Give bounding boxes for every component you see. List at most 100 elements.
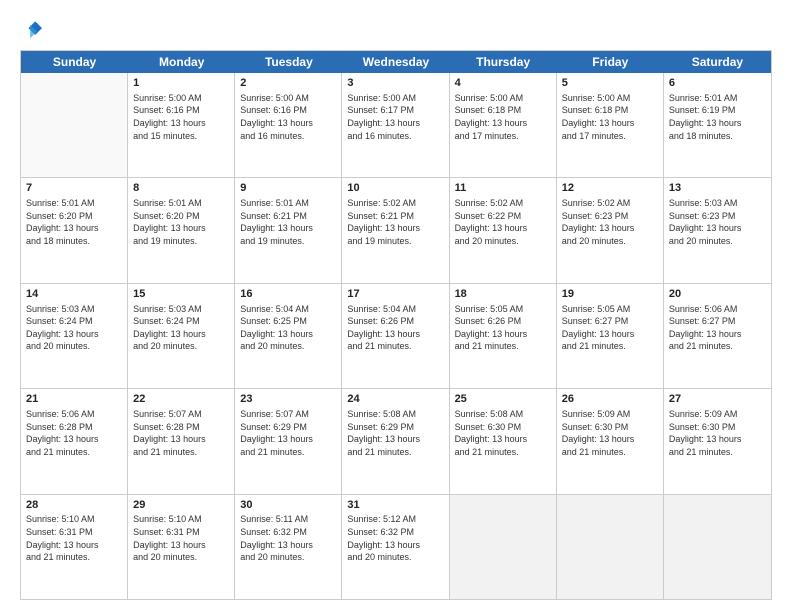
calendar-cell: 28Sunrise: 5:10 AM Sunset: 6:31 PM Dayli…	[21, 495, 128, 599]
calendar-cell: 21Sunrise: 5:06 AM Sunset: 6:28 PM Dayli…	[21, 389, 128, 493]
calendar-cell: 20Sunrise: 5:06 AM Sunset: 6:27 PM Dayli…	[664, 284, 771, 388]
calendar-cell: 4Sunrise: 5:00 AM Sunset: 6:18 PM Daylig…	[450, 73, 557, 177]
calendar-row: 28Sunrise: 5:10 AM Sunset: 6:31 PM Dayli…	[21, 495, 771, 599]
calendar-cell: 1Sunrise: 5:00 AM Sunset: 6:16 PM Daylig…	[128, 73, 235, 177]
calendar-cell: 14Sunrise: 5:03 AM Sunset: 6:24 PM Dayli…	[21, 284, 128, 388]
cell-info: Sunrise: 5:12 AM Sunset: 6:32 PM Dayligh…	[347, 513, 443, 563]
cell-info: Sunrise: 5:05 AM Sunset: 6:26 PM Dayligh…	[455, 303, 551, 353]
calendar-cell: 24Sunrise: 5:08 AM Sunset: 6:29 PM Dayli…	[342, 389, 449, 493]
cell-info: Sunrise: 5:00 AM Sunset: 6:16 PM Dayligh…	[133, 92, 229, 142]
day-number: 2	[240, 76, 336, 91]
calendar-cell: 17Sunrise: 5:04 AM Sunset: 6:26 PM Dayli…	[342, 284, 449, 388]
day-number: 10	[347, 181, 443, 196]
calendar-cell: 2Sunrise: 5:00 AM Sunset: 6:16 PM Daylig…	[235, 73, 342, 177]
cell-info: Sunrise: 5:06 AM Sunset: 6:27 PM Dayligh…	[669, 303, 766, 353]
cell-info: Sunrise: 5:10 AM Sunset: 6:31 PM Dayligh…	[26, 513, 122, 563]
day-number: 21	[26, 392, 122, 407]
cell-info: Sunrise: 5:00 AM Sunset: 6:17 PM Dayligh…	[347, 92, 443, 142]
calendar-cell	[450, 495, 557, 599]
day-number: 20	[669, 287, 766, 302]
calendar-cell: 10Sunrise: 5:02 AM Sunset: 6:21 PM Dayli…	[342, 178, 449, 282]
calendar-row: 21Sunrise: 5:06 AM Sunset: 6:28 PM Dayli…	[21, 389, 771, 494]
weekday-header: Monday	[128, 51, 235, 73]
cell-info: Sunrise: 5:00 AM Sunset: 6:18 PM Dayligh…	[562, 92, 658, 142]
day-number: 15	[133, 287, 229, 302]
cell-info: Sunrise: 5:03 AM Sunset: 6:24 PM Dayligh…	[26, 303, 122, 353]
cell-info: Sunrise: 5:01 AM Sunset: 6:19 PM Dayligh…	[669, 92, 766, 142]
calendar-cell: 16Sunrise: 5:04 AM Sunset: 6:25 PM Dayli…	[235, 284, 342, 388]
day-number: 26	[562, 392, 658, 407]
day-number: 5	[562, 76, 658, 91]
cell-info: Sunrise: 5:05 AM Sunset: 6:27 PM Dayligh…	[562, 303, 658, 353]
day-number: 14	[26, 287, 122, 302]
logo-icon	[20, 18, 42, 40]
calendar-cell: 30Sunrise: 5:11 AM Sunset: 6:32 PM Dayli…	[235, 495, 342, 599]
calendar-cell: 25Sunrise: 5:08 AM Sunset: 6:30 PM Dayli…	[450, 389, 557, 493]
day-number: 12	[562, 181, 658, 196]
day-number: 18	[455, 287, 551, 302]
day-number: 16	[240, 287, 336, 302]
calendar-cell: 12Sunrise: 5:02 AM Sunset: 6:23 PM Dayli…	[557, 178, 664, 282]
day-number: 9	[240, 181, 336, 196]
day-number: 6	[669, 76, 766, 91]
day-number: 29	[133, 498, 229, 513]
day-number: 23	[240, 392, 336, 407]
calendar-cell	[21, 73, 128, 177]
calendar-cell: 22Sunrise: 5:07 AM Sunset: 6:28 PM Dayli…	[128, 389, 235, 493]
cell-info: Sunrise: 5:11 AM Sunset: 6:32 PM Dayligh…	[240, 513, 336, 563]
cell-info: Sunrise: 5:01 AM Sunset: 6:20 PM Dayligh…	[26, 197, 122, 247]
cell-info: Sunrise: 5:07 AM Sunset: 6:28 PM Dayligh…	[133, 408, 229, 458]
calendar-cell	[557, 495, 664, 599]
cell-info: Sunrise: 5:04 AM Sunset: 6:26 PM Dayligh…	[347, 303, 443, 353]
day-number: 11	[455, 181, 551, 196]
calendar-cell: 6Sunrise: 5:01 AM Sunset: 6:19 PM Daylig…	[664, 73, 771, 177]
day-number: 19	[562, 287, 658, 302]
weekday-header: Sunday	[21, 51, 128, 73]
logo	[20, 18, 46, 40]
cell-info: Sunrise: 5:08 AM Sunset: 6:30 PM Dayligh…	[455, 408, 551, 458]
calendar-cell: 31Sunrise: 5:12 AM Sunset: 6:32 PM Dayli…	[342, 495, 449, 599]
day-number: 17	[347, 287, 443, 302]
calendar-cell: 27Sunrise: 5:09 AM Sunset: 6:30 PM Dayli…	[664, 389, 771, 493]
calendar-cell: 18Sunrise: 5:05 AM Sunset: 6:26 PM Dayli…	[450, 284, 557, 388]
day-number: 28	[26, 498, 122, 513]
cell-info: Sunrise: 5:09 AM Sunset: 6:30 PM Dayligh…	[669, 408, 766, 458]
header	[20, 18, 772, 40]
cell-info: Sunrise: 5:01 AM Sunset: 6:20 PM Dayligh…	[133, 197, 229, 247]
calendar-row: 14Sunrise: 5:03 AM Sunset: 6:24 PM Dayli…	[21, 284, 771, 389]
weekday-header: Saturday	[664, 51, 771, 73]
calendar-cell: 7Sunrise: 5:01 AM Sunset: 6:20 PM Daylig…	[21, 178, 128, 282]
calendar-cell: 3Sunrise: 5:00 AM Sunset: 6:17 PM Daylig…	[342, 73, 449, 177]
day-number: 3	[347, 76, 443, 91]
calendar-row: 7Sunrise: 5:01 AM Sunset: 6:20 PM Daylig…	[21, 178, 771, 283]
day-number: 1	[133, 76, 229, 91]
weekday-header: Thursday	[450, 51, 557, 73]
calendar-row: 1Sunrise: 5:00 AM Sunset: 6:16 PM Daylig…	[21, 73, 771, 178]
cell-info: Sunrise: 5:04 AM Sunset: 6:25 PM Dayligh…	[240, 303, 336, 353]
calendar-cell: 15Sunrise: 5:03 AM Sunset: 6:24 PM Dayli…	[128, 284, 235, 388]
cell-info: Sunrise: 5:00 AM Sunset: 6:18 PM Dayligh…	[455, 92, 551, 142]
cell-info: Sunrise: 5:00 AM Sunset: 6:16 PM Dayligh…	[240, 92, 336, 142]
day-number: 25	[455, 392, 551, 407]
cell-info: Sunrise: 5:02 AM Sunset: 6:21 PM Dayligh…	[347, 197, 443, 247]
calendar-cell: 11Sunrise: 5:02 AM Sunset: 6:22 PM Dayli…	[450, 178, 557, 282]
weekday-header: Tuesday	[235, 51, 342, 73]
cell-info: Sunrise: 5:03 AM Sunset: 6:23 PM Dayligh…	[669, 197, 766, 247]
page: SundayMondayTuesdayWednesdayThursdayFrid…	[0, 0, 792, 612]
day-number: 27	[669, 392, 766, 407]
day-number: 4	[455, 76, 551, 91]
calendar-cell: 19Sunrise: 5:05 AM Sunset: 6:27 PM Dayli…	[557, 284, 664, 388]
cell-info: Sunrise: 5:07 AM Sunset: 6:29 PM Dayligh…	[240, 408, 336, 458]
calendar-cell: 9Sunrise: 5:01 AM Sunset: 6:21 PM Daylig…	[235, 178, 342, 282]
calendar-body: 1Sunrise: 5:00 AM Sunset: 6:16 PM Daylig…	[21, 73, 771, 599]
cell-info: Sunrise: 5:09 AM Sunset: 6:30 PM Dayligh…	[562, 408, 658, 458]
calendar-cell: 8Sunrise: 5:01 AM Sunset: 6:20 PM Daylig…	[128, 178, 235, 282]
cell-info: Sunrise: 5:02 AM Sunset: 6:23 PM Dayligh…	[562, 197, 658, 247]
day-number: 8	[133, 181, 229, 196]
calendar: SundayMondayTuesdayWednesdayThursdayFrid…	[20, 50, 772, 600]
cell-info: Sunrise: 5:06 AM Sunset: 6:28 PM Dayligh…	[26, 408, 122, 458]
weekday-header: Wednesday	[342, 51, 449, 73]
calendar-cell: 23Sunrise: 5:07 AM Sunset: 6:29 PM Dayli…	[235, 389, 342, 493]
cell-info: Sunrise: 5:08 AM Sunset: 6:29 PM Dayligh…	[347, 408, 443, 458]
calendar-cell: 29Sunrise: 5:10 AM Sunset: 6:31 PM Dayli…	[128, 495, 235, 599]
